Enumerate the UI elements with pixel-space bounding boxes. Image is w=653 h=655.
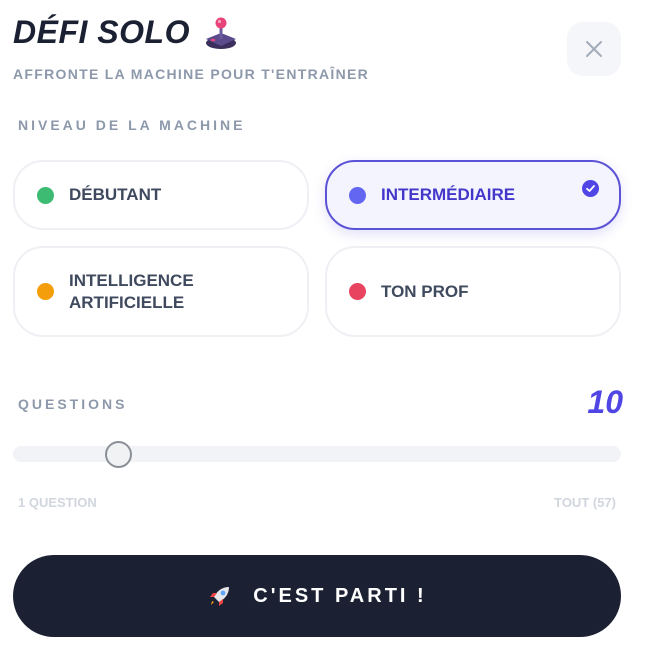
level-option-ton-prof[interactable]: TON PROF [325,246,621,337]
level-option-intelligence-artificielle[interactable]: INTELLIGENCE ARTIFICIELLE [13,246,309,337]
selected-check-icon [582,180,599,197]
close-button[interactable] [567,22,621,76]
level-option-label: DÉBUTANT [69,185,162,204]
slider-min-label: 1 QUESTION [18,495,97,510]
level-color-dot [37,283,54,300]
start-button-label: C'EST PARTI ! [253,584,427,607]
level-section-label: NIVEAU DE LA MACHINE [18,117,246,133]
close-icon [586,41,602,57]
page-subtitle: AFFRONTE LA MACHINE POUR T'ENTRAÎNER [13,66,370,82]
questions-section-label: QUESTIONS [18,396,128,412]
joystick-icon [204,15,238,51]
level-color-dot [349,186,366,204]
level-option-debutant[interactable]: DÉBUTANT [13,160,309,230]
slider-max-label: TOUT (57) [554,495,616,510]
question-count-value: 10 [587,384,623,420]
level-color-dot [37,186,54,204]
level-option-label: INTERMÉDIAIRE [381,185,516,204]
page-title: DÉFI SOLO [13,14,190,50]
header-title-row: DÉFI SOLO [13,14,238,51]
level-color-dot [349,283,366,300]
level-option-intermediaire[interactable]: INTERMÉDIAIRE [325,160,621,230]
question-count-slider-thumb[interactable] [105,441,132,468]
level-option-label: INTELLIGENCE ARTIFICIELLE [69,270,194,312]
start-button[interactable]: C'EST PARTI ! [13,555,621,637]
level-option-label: TON PROF [381,281,469,301]
rocket-icon [207,583,233,609]
